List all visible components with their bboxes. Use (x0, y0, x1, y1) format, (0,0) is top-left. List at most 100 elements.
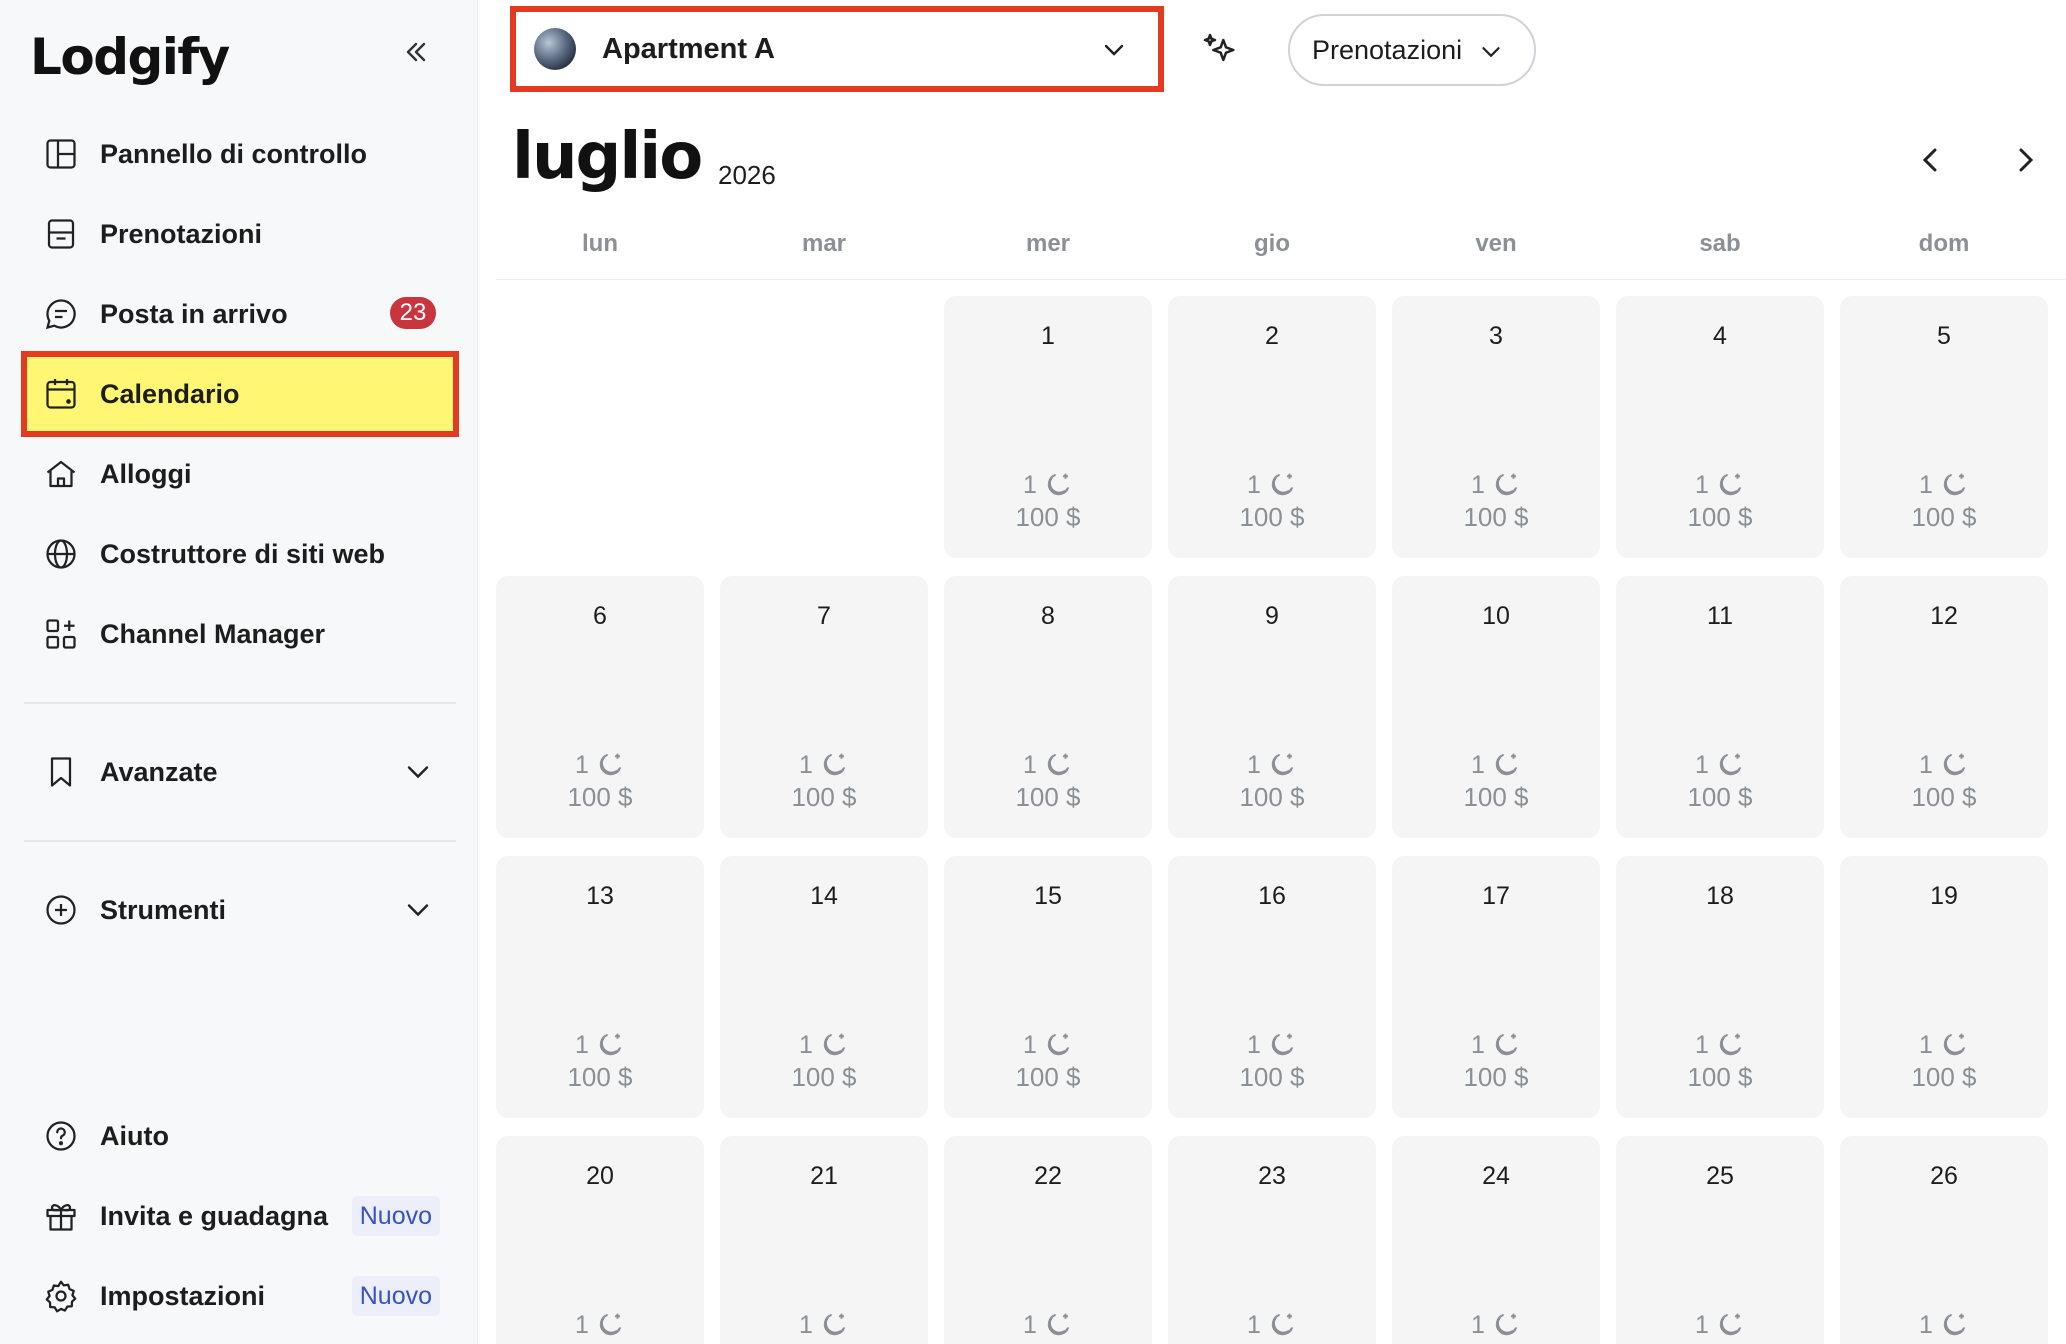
min-stay-value: 1 (799, 750, 813, 779)
sidebar-item-settings[interactable]: Impostazioni Nuovo (24, 1256, 456, 1336)
min-stay-value: 1 (1919, 1030, 1933, 1059)
calendar-day-cell[interactable]: 13 1 100 $ (496, 856, 704, 1118)
min-stay-moon-icon (823, 1313, 845, 1336)
calendar-day-cell[interactable]: 25 1 (1616, 1136, 1824, 1344)
min-stay-value: 1 (1695, 1310, 1709, 1339)
calendar-day-cell[interactable]: 8 1 100 $ (944, 576, 1152, 838)
min-stay: 1 (720, 750, 928, 780)
day-number: 16 (1258, 882, 1286, 910)
sidebar-item-inbox[interactable]: Posta in arrivo 23 (24, 274, 456, 354)
min-stay-value: 1 (799, 1310, 813, 1339)
gear-icon (42, 1277, 80, 1315)
min-stay: 1 (1168, 1030, 1376, 1060)
lodgify-logo[interactable]: Lodgify (30, 28, 230, 86)
min-stay-value: 1 (1023, 750, 1037, 779)
min-stay-value: 1 (1247, 470, 1261, 499)
calendar-day-cell[interactable]: 5 1 100 $ (1840, 296, 2048, 558)
sidebar-item-properties[interactable]: Alloggi (24, 434, 456, 514)
nightly-price: 100 $ (567, 1062, 633, 1092)
ai-assistant-button[interactable] (1200, 28, 1240, 72)
nightly-price: 100 $ (1911, 1062, 1977, 1092)
property-selector[interactable]: Apartment A (510, 6, 1164, 92)
collapse-sidebar-button[interactable] (398, 30, 434, 74)
sidebar-section-advanced[interactable]: Avanzate (24, 732, 456, 812)
min-stay-moon-icon (1719, 473, 1741, 496)
calendar-day-cell[interactable]: 15 1 100 $ (944, 856, 1152, 1118)
apps-add-icon (42, 615, 80, 653)
min-stay: 1 (1840, 470, 2048, 500)
calendar-day-cell[interactable]: 17 1 100 $ (1392, 856, 1600, 1118)
view-selector-dropdown[interactable]: Prenotazioni (1288, 14, 1536, 86)
gift-icon (42, 1197, 80, 1235)
sidebar-item-website-builder[interactable]: Costruttore di siti web (24, 514, 456, 594)
calendar-day-cell[interactable]: 21 1 (720, 1136, 928, 1344)
min-stay-moon-icon (823, 1033, 845, 1056)
min-stay: 1 (944, 1310, 1152, 1340)
calendar-day-cell[interactable]: 18 1 100 $ (1616, 856, 1824, 1118)
min-stay-moon-icon (599, 1033, 621, 1056)
calendar-day-cell[interactable]: 10 1 100 $ (1392, 576, 1600, 838)
calendar-day-cell[interactable]: 14 1 100 $ (720, 856, 928, 1118)
chevron-left-icon (1922, 148, 1937, 172)
weekday-gio: gio (1254, 230, 1290, 257)
calendar-day-cell[interactable]: 22 1 (944, 1136, 1152, 1344)
sidebar-item-label: Calendario (100, 378, 240, 409)
bookings-icon (42, 215, 80, 253)
calendar-day-cell[interactable]: 4 1 100 $ (1616, 296, 1824, 558)
sidebar-item-calendar[interactable]: Calendario (21, 351, 459, 437)
min-stay-moon-icon (1495, 1313, 1517, 1336)
min-stay-value: 1 (1695, 1030, 1709, 1059)
min-stay-value: 1 (799, 1030, 813, 1059)
min-stay: 1 (1840, 1310, 2048, 1340)
nightly-price: 100 $ (1911, 502, 1977, 532)
sidebar-item-label: Alloggi (100, 458, 192, 489)
calendar-day-cell[interactable]: 24 1 (1392, 1136, 1600, 1344)
day-number: 26 (1930, 1162, 1958, 1190)
min-stay-value: 1 (1023, 1310, 1037, 1339)
calendar-day-cell[interactable]: 19 1 100 $ (1840, 856, 2048, 1118)
calendar-day-cell[interactable]: 6 1 100 $ (496, 576, 704, 838)
min-stay: 1 (1168, 750, 1376, 780)
calendar-day-cell[interactable]: 23 1 (1168, 1136, 1376, 1344)
calendar-day-cell[interactable]: 20 1 (496, 1136, 704, 1344)
calendar-day-cell[interactable]: 1 1 100 $ (944, 296, 1152, 558)
day-number: 3 (1489, 322, 1503, 350)
day-number: 6 (593, 602, 607, 630)
calendar-day-cell[interactable]: 11 1 100 $ (1616, 576, 1824, 838)
sidebar-divider (24, 840, 456, 842)
sidebar-item-channel-manager[interactable]: Channel Manager (24, 594, 456, 674)
min-stay-moon-icon (1495, 753, 1517, 776)
day-number: 23 (1258, 1162, 1286, 1190)
min-stay-moon-icon (599, 1313, 621, 1336)
next-month-button[interactable] (2006, 140, 2046, 180)
min-stay: 1 (1616, 1030, 1824, 1060)
min-stay: 1 (1616, 750, 1824, 780)
house-icon (42, 455, 80, 493)
calendar-day-cell[interactable]: 16 1 100 $ (1168, 856, 1376, 1118)
sidebar-section-tools[interactable]: Strumenti (24, 870, 456, 950)
calendar-day-cell[interactable]: 3 1 100 $ (1392, 296, 1600, 558)
calendar-day-cell[interactable]: 12 1 100 $ (1840, 576, 2048, 838)
bookmark-icon (42, 753, 80, 791)
sidebar-item-bookings[interactable]: Prenotazioni (24, 194, 456, 274)
previous-month-button[interactable] (1910, 140, 1950, 180)
min-stay-moon-icon (1271, 1313, 1293, 1336)
calendar-day-cell[interactable]: 2 1 100 $ (1168, 296, 1376, 558)
sidebar-item-help[interactable]: Aiuto (24, 1096, 456, 1176)
nightly-price: 100 $ (1015, 502, 1081, 532)
day-number: 4 (1713, 322, 1727, 350)
sidebar-item-label: Channel Manager (100, 618, 326, 649)
day-number: 8 (1041, 602, 1055, 630)
calendar-day-cell[interactable]: 26 1 (1840, 1136, 2048, 1344)
min-stay-value: 1 (1919, 1310, 1933, 1339)
month-title: luglio (512, 120, 703, 194)
day-number: 11 (1707, 602, 1733, 630)
calendar-day-cell[interactable]: 9 1 100 $ (1168, 576, 1376, 838)
sparkle-icon (1203, 33, 1235, 62)
sidebar-item-dashboard[interactable]: Pannello di controllo (24, 114, 456, 194)
plus-circle-icon (42, 891, 80, 929)
sidebar-item-invite[interactable]: Invita e guadagna Nuovo (24, 1176, 456, 1256)
min-stay-moon-icon (599, 753, 621, 776)
min-stay-value: 1 (1695, 470, 1709, 499)
calendar-day-cell[interactable]: 7 1 100 $ (720, 576, 928, 838)
